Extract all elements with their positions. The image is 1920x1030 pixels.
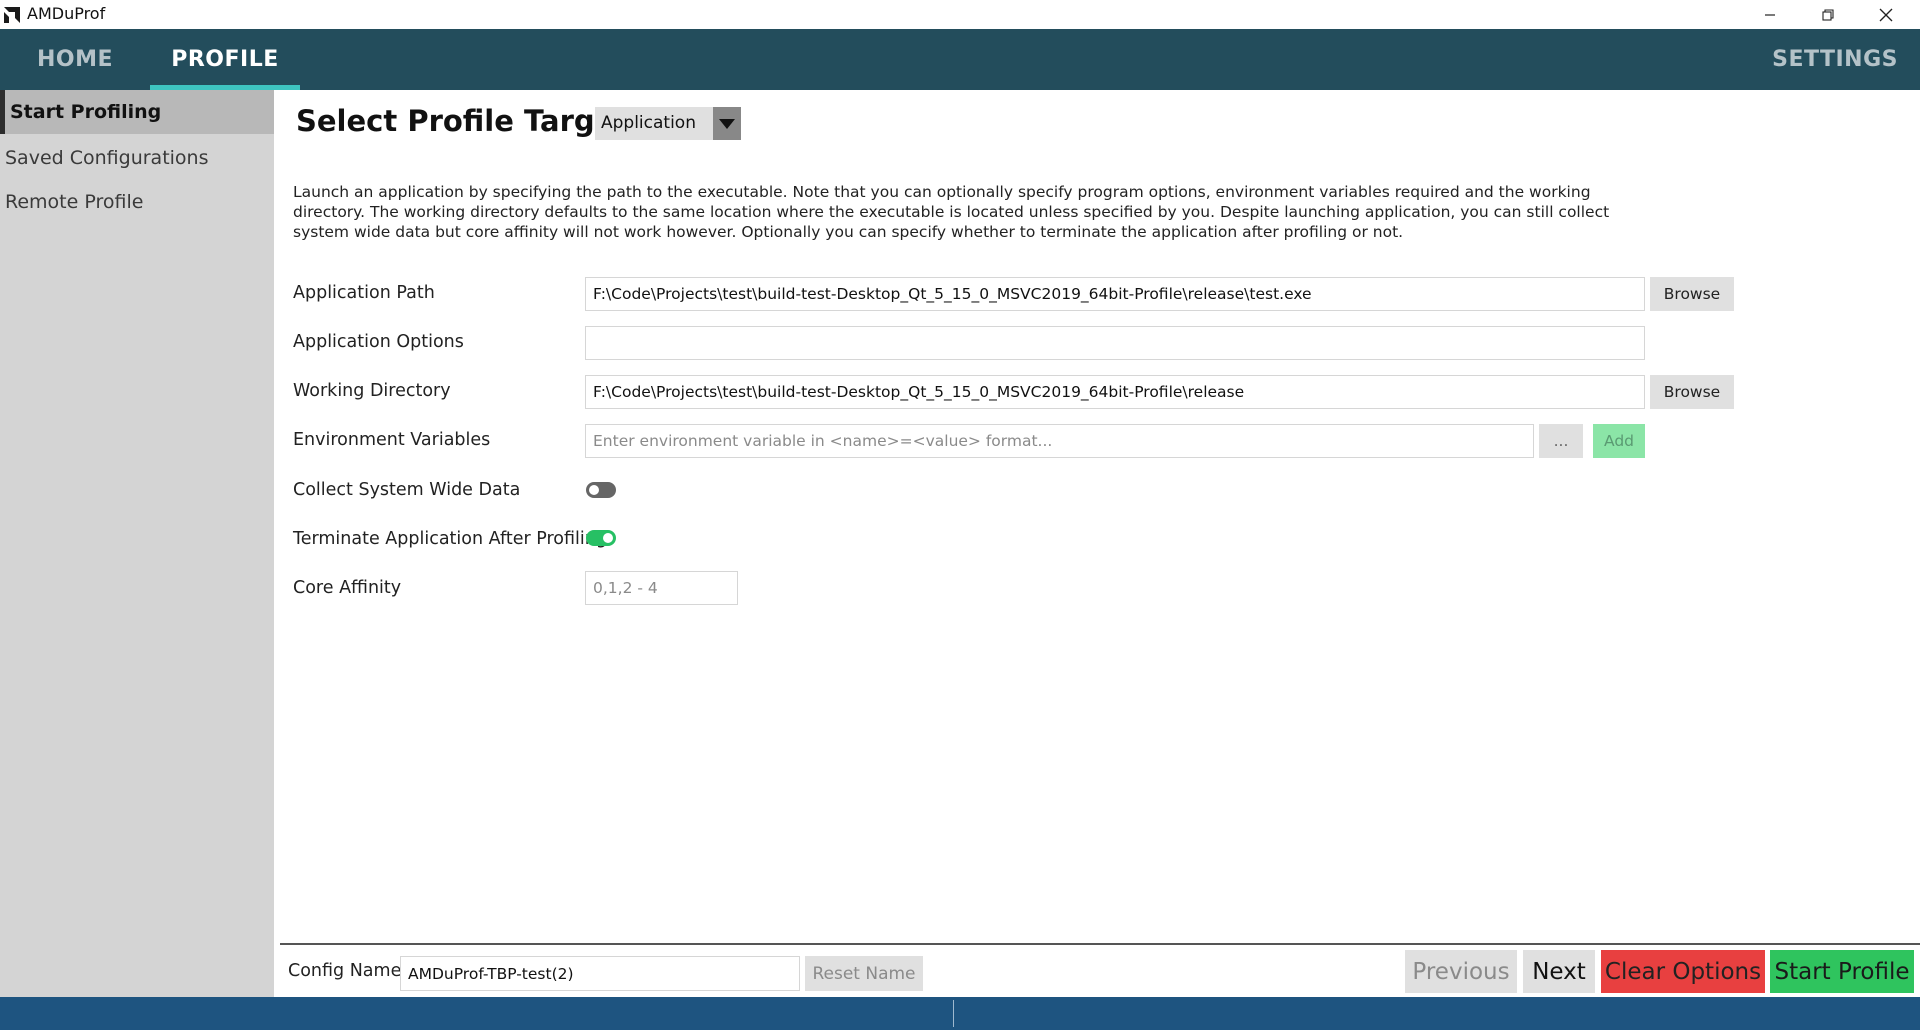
profile-target-value: Application	[601, 113, 696, 133]
terminate-application-toggle[interactable]	[586, 530, 616, 546]
sidebar-item-saved-configurations[interactable]: Saved Configurations	[0, 136, 274, 180]
close-button[interactable]	[1857, 0, 1915, 29]
application-options-label: Application Options	[293, 332, 464, 352]
page-title: Select Profile Target	[296, 104, 629, 138]
browse-application-button[interactable]: Browse	[1650, 277, 1734, 311]
bottom-divider	[280, 943, 1920, 945]
tab-profile[interactable]: PROFILE	[150, 29, 300, 90]
tab-home[interactable]: HOME	[0, 29, 150, 90]
env-more-button[interactable]: ...	[1539, 424, 1583, 458]
collect-system-wide-label: Collect System Wide Data	[293, 480, 521, 500]
sidebar-item-start-profiling[interactable]: Start Profiling	[0, 90, 274, 134]
environment-variable-input[interactable]: Enter environment variable in <name>=<va…	[585, 424, 1534, 458]
config-name-label: Config Name	[288, 961, 402, 981]
core-affinity-label: Core Affinity	[293, 578, 402, 598]
title-bar: AMDuProf	[0, 0, 1920, 29]
minimize-button[interactable]	[1741, 0, 1799, 29]
application-path-label: Application Path	[293, 283, 435, 303]
description-text: Launch an application by specifying the …	[293, 183, 1610, 241]
core-affinity-input[interactable]: 0,1,2 - 4	[585, 571, 738, 605]
toggle-knob	[603, 533, 613, 543]
minimize-icon	[1765, 13, 1775, 16]
sidebar: Start Profiling Saved Configurations Rem…	[0, 90, 274, 997]
restore-button[interactable]	[1799, 0, 1857, 29]
application-options-input[interactable]	[585, 326, 1645, 360]
toggle-knob	[589, 485, 599, 495]
reset-name-button[interactable]: Reset Name	[805, 956, 923, 991]
window-title: AMDuProf	[27, 4, 106, 23]
collect-system-wide-toggle[interactable]	[586, 482, 616, 498]
terminate-application-label: Terminate Application After Profiling	[293, 529, 607, 549]
config-name-input[interactable]: AMDuProf-TBP-test(2)	[400, 956, 800, 991]
tab-settings[interactable]: SETTINGS	[1772, 29, 1898, 90]
restore-icon	[1822, 8, 1834, 21]
top-navigation: HOME PROFILE SETTINGS	[0, 29, 1920, 90]
start-profile-button[interactable]: Start Profile	[1770, 950, 1914, 993]
status-bar	[0, 997, 1920, 1030]
application-path-input[interactable]: F:\Code\Projects\test\build-test-Desktop…	[585, 277, 1645, 311]
status-separator	[953, 1000, 954, 1027]
dropdown-arrow[interactable]	[713, 107, 741, 140]
amd-logo-icon	[2, 5, 22, 25]
working-directory-label: Working Directory	[293, 381, 451, 401]
working-directory-input[interactable]: F:\Code\Projects\test\build-test-Desktop…	[585, 375, 1645, 409]
add-env-button[interactable]: Add	[1593, 424, 1645, 458]
close-icon	[1879, 8, 1893, 21]
clear-options-button[interactable]: Clear Options	[1601, 950, 1765, 993]
caret-down-icon	[719, 118, 735, 129]
next-button[interactable]: Next	[1523, 950, 1595, 993]
previous-button[interactable]: Previous	[1405, 950, 1517, 993]
profile-target-select[interactable]: Application	[595, 107, 741, 140]
browse-directory-button[interactable]: Browse	[1650, 375, 1734, 409]
environment-variables-label: Environment Variables	[293, 430, 491, 450]
sidebar-item-remote-profile[interactable]: Remote Profile	[0, 180, 274, 224]
